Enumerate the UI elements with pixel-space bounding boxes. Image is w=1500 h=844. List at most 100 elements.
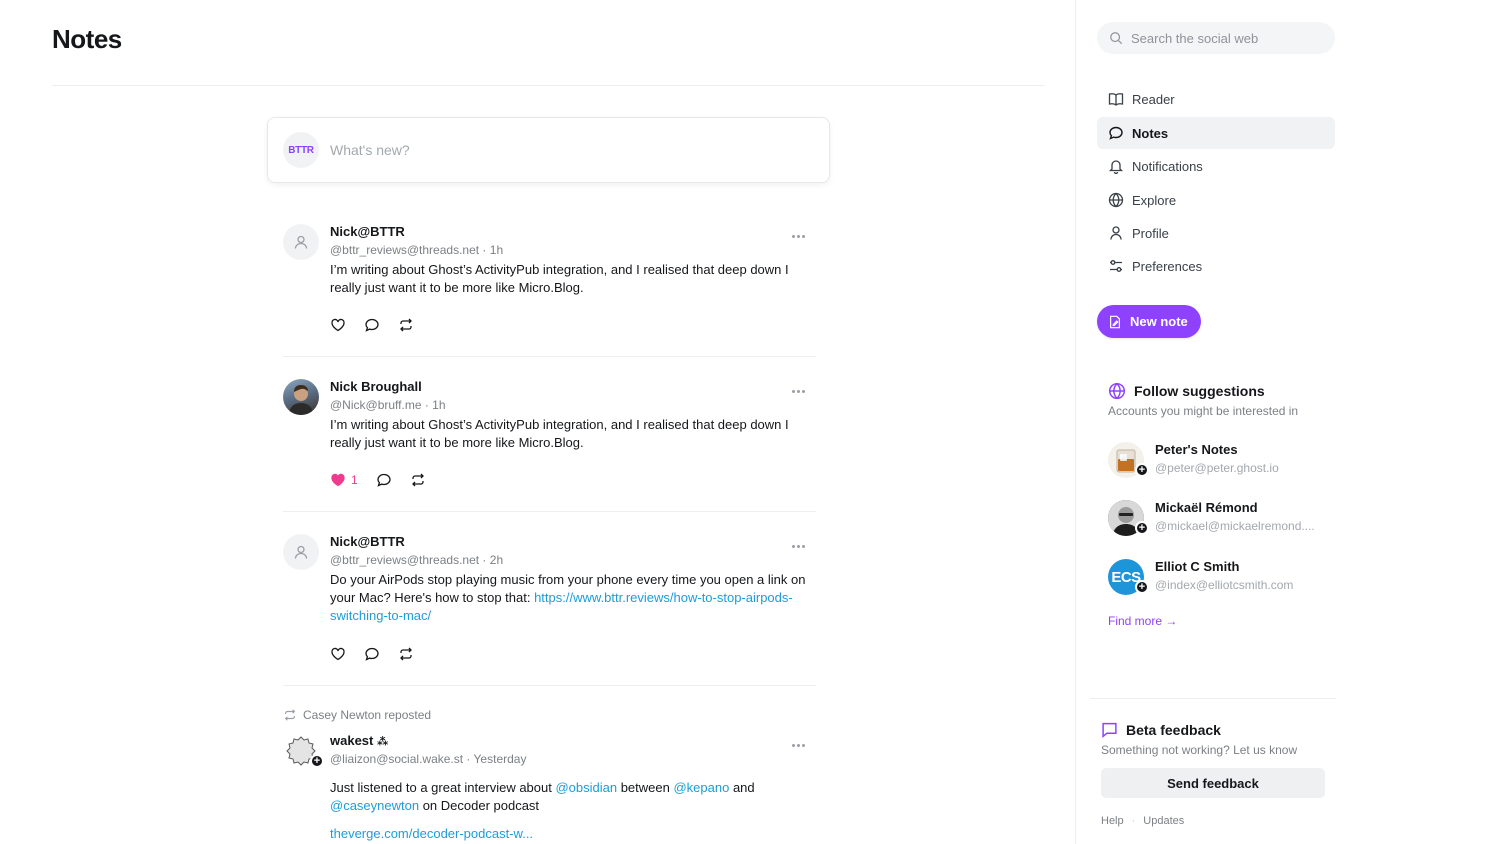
reply-button[interactable] — [364, 316, 380, 334]
author-handle: @bttr_reviews@threads.net — [330, 553, 480, 567]
avatar[interactable] — [283, 224, 319, 260]
mention-link[interactable]: @obsidian — [555, 780, 617, 795]
note-text: Just listened to a great interview about — [330, 780, 556, 795]
follow-plus-icon[interactable]: + — [1135, 580, 1149, 594]
heart-icon — [331, 647, 345, 661]
more-options-icon[interactable] — [788, 228, 808, 244]
nav-label: Notes — [1132, 125, 1169, 141]
author-meta: @bttr_reviews@threads.net · 1h — [330, 243, 504, 257]
note-body: Just listened to a great interview about… — [330, 779, 810, 843]
follow-plus-icon[interactable]: + — [1135, 521, 1149, 535]
follow-plus-icon[interactable]: + — [310, 754, 324, 768]
nav-label: Reader — [1132, 91, 1175, 107]
like-count: 1 — [351, 473, 358, 487]
author-handle: @liaizon@social.wake.st — [330, 752, 464, 766]
author-name[interactable]: Nick@BTTR — [330, 224, 405, 239]
repost-icon — [400, 318, 412, 332]
person-photo-icon — [289, 385, 313, 415]
note-item: Nick@BTTR @bttr_reviews@threads.net · 1h… — [283, 224, 816, 340]
speech-bubble-icon — [1109, 126, 1123, 140]
nav-item-profile[interactable]: Profile — [1097, 217, 1335, 249]
composer-input[interactable] — [330, 140, 790, 160]
note-actions — [330, 645, 432, 663]
suggestion-item[interactable]: + Peter's Notes @peter@peter.ghost.io — [1108, 440, 1333, 480]
note-divider — [283, 685, 816, 686]
repost-icon — [284, 709, 296, 721]
avatar[interactable] — [283, 379, 319, 415]
mention-link[interactable]: @caseynewton — [330, 798, 419, 813]
nav-item-preferences[interactable]: Preferences — [1097, 250, 1335, 282]
note-composer[interactable]: BTTR — [267, 117, 830, 183]
nav-item-notifications[interactable]: Notifications — [1097, 150, 1335, 182]
sliders-icon — [1110, 260, 1122, 272]
nav-item-explore[interactable]: Explore — [1097, 184, 1335, 216]
note-item: Nick Broughall @Nick@bruff.me · 1h I’m w… — [283, 379, 816, 495]
beta-feedback-subtitle: Something not working? Let us know — [1101, 743, 1298, 757]
more-options-icon[interactable] — [788, 538, 808, 554]
note-actions: 1 — [330, 471, 444, 489]
author-name[interactable]: wakest ⁂ — [330, 733, 388, 748]
note-body: Do your AirPods stop playing music from … — [330, 571, 810, 625]
send-feedback-button[interactable]: Send feedback — [1101, 768, 1325, 798]
reply-button[interactable] — [376, 471, 392, 489]
repost-button[interactable] — [410, 471, 426, 489]
suggestion-item[interactable]: + Mickaël Rémond @mickael@mickaelremond.… — [1108, 498, 1333, 538]
like-button[interactable] — [330, 645, 346, 663]
page-title: Notes — [52, 24, 122, 54]
nav-label: Notifications — [1132, 158, 1203, 174]
sidebar-footer: Help · Updates — [1101, 815, 1184, 827]
more-options-icon[interactable] — [788, 383, 808, 399]
reposted-by: Casey Newton reposted — [303, 708, 432, 722]
mention-link[interactable]: @kepano — [673, 780, 729, 795]
suggestion-item[interactable]: ECS + Elliot C Smith @index@elliotcsmith… — [1108, 557, 1333, 597]
user-icon — [294, 235, 308, 249]
note-text: and — [729, 780, 755, 795]
nav-label: Profile — [1132, 225, 1169, 241]
user-icon — [1110, 226, 1122, 240]
repost-button[interactable] — [398, 645, 414, 663]
follow-suggestions-title: Follow suggestions — [1134, 383, 1265, 399]
follow-suggestions-subtitle: Accounts you might be interested in — [1108, 404, 1299, 418]
search-input[interactable] — [1131, 30, 1321, 46]
note-body: I’m writing about Ghost’s ActivityPub in… — [330, 262, 789, 295]
author-name[interactable]: Nick Broughall — [330, 379, 422, 394]
note-link[interactable]: theverge.com/decoder-podcast-w... — [330, 826, 533, 841]
new-note-button[interactable]: New note — [1097, 305, 1201, 338]
follow-plus-icon[interactable]: + — [1135, 463, 1149, 477]
sidebar: Reader Notes Notifications Explore Profi… — [1075, 0, 1500, 844]
bell-icon — [1108, 160, 1124, 174]
main-feed: Notes BTTR Nick@BTTR @bttr_reviews@threa… — [0, 0, 1075, 844]
more-options-icon[interactable] — [788, 737, 808, 753]
nav-item-reader[interactable]: Reader — [1097, 83, 1335, 115]
avatar[interactable] — [283, 534, 319, 570]
author-meta: @bttr_reviews@threads.net · 2h — [330, 553, 504, 567]
suggestion-name: Mickaël Rémond — [1155, 500, 1258, 515]
beta-feedback-title: Beta feedback — [1126, 721, 1221, 738]
note-divider — [283, 511, 816, 512]
repost-icon — [400, 647, 412, 661]
repost-icon — [411, 473, 424, 487]
author-handle: @Nick@bruff.me — [330, 398, 422, 412]
note-divider — [283, 356, 816, 357]
book-icon — [1108, 93, 1124, 106]
like-button[interactable] — [330, 316, 346, 334]
note-body: I’m writing about Ghost’s ActivityPub in… — [330, 417, 789, 450]
globe-icon — [1108, 192, 1124, 208]
heart-filled-icon — [331, 473, 345, 487]
follow-suggestions-heading: Follow suggestions — [1108, 382, 1265, 400]
heart-icon — [331, 318, 345, 332]
nav-item-notes[interactable]: Notes — [1097, 117, 1335, 149]
beta-feedback-heading: Beta feedback — [1101, 721, 1221, 738]
reply-button[interactable] — [364, 645, 380, 663]
updates-link[interactable]: Updates — [1143, 815, 1184, 827]
search-box[interactable] — [1097, 22, 1335, 54]
timestamp: Yesterday — [473, 752, 527, 766]
like-button[interactable]: 1 — [330, 471, 358, 489]
nav-label: Preferences — [1132, 258, 1203, 274]
find-more-link[interactable]: Find more → — [1108, 614, 1177, 628]
author-name[interactable]: Nick@BTTR — [330, 534, 405, 549]
help-link[interactable]: Help — [1101, 815, 1124, 827]
author-meta: @Nick@bruff.me · 1h — [330, 398, 446, 412]
repost-button[interactable] — [398, 316, 414, 334]
timestamp: 1h — [432, 398, 446, 412]
